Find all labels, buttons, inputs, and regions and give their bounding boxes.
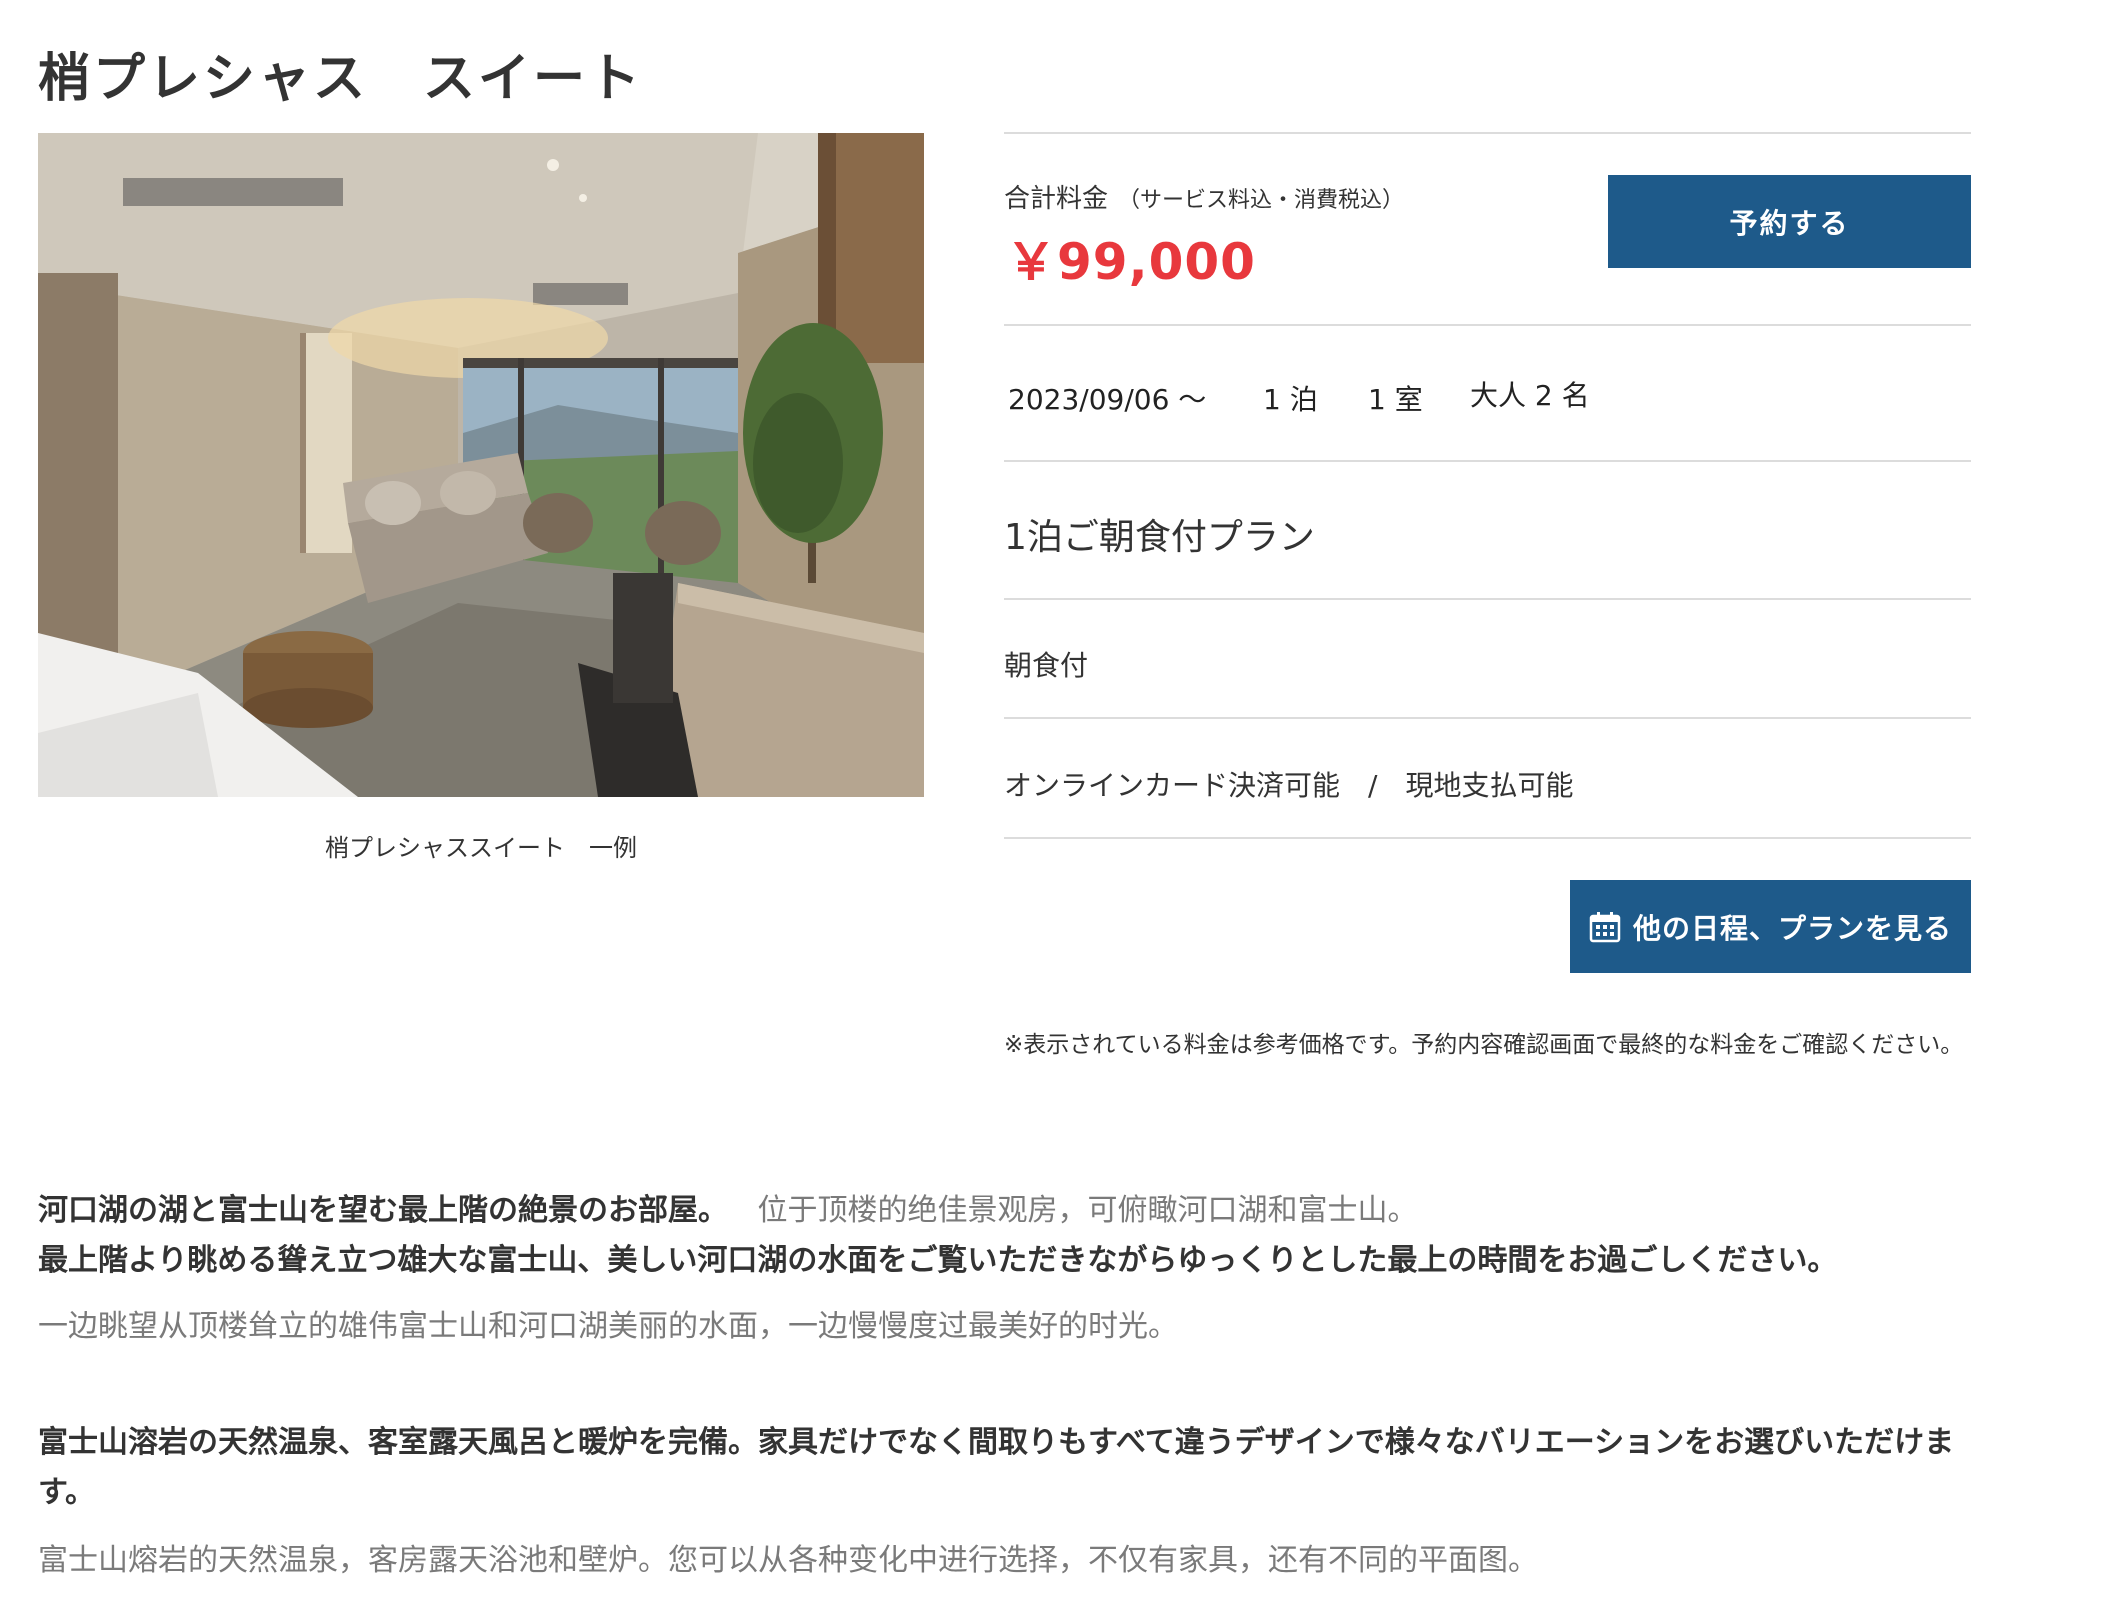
payment-methods: オンラインカード決済可能 / 現地支払可能: [1004, 764, 1573, 804]
description-ja-2: 最上階より眺める聳え立つ雄大な富士山、美しい河口湖の水面をご覧いただきながらゆっ…: [38, 1243, 1838, 1278]
calendar-icon: [1589, 911, 1621, 942]
photo-caption: 梢プレシャススイート 一例: [325, 834, 637, 862]
payment-onsite: 現地支払可能: [1405, 769, 1574, 802]
reserve-button[interactable]: 予約する: [1608, 175, 1971, 268]
description-paragraph-3: 富士山溶岩の天然温泉、客室露天風呂と暖炉を完備。家具だけでなく間取りもすべて違う…: [38, 1418, 1998, 1518]
description-paragraph-2: 最上階より眺める聳え立つ雄大な富士山、美しい河口湖の水面をご覧いただきながらゆっ…: [38, 1236, 1998, 1286]
other-dates-button[interactable]: 他の日程、プランを見る: [1570, 880, 1971, 973]
description-paragraph-1: 河口湖の湖と富士山を望む最上階の絶景のお部屋。 位于顶楼的绝佳景观房，可俯瞰河口…: [38, 1186, 1998, 1236]
divider: [1004, 460, 1971, 462]
rooms-count: 1 室: [1368, 383, 1423, 416]
price-disclaimer: ※表示されている料金は参考価格です。予約内容確認画面で最終的な料金をご確認くださ…: [1004, 1032, 1964, 1058]
payment-online: オンラインカード決済可能: [1004, 769, 1341, 802]
room-title: 梢プレシャス スイート: [38, 49, 644, 109]
room-detail-page: 梢プレシャス スイート 梢プレシャススイート 一例 合計料金 （サービス料込・消…: [0, 0, 2108, 1610]
divider: [1004, 324, 1971, 326]
total-label-text: 合計料金: [1004, 184, 1109, 214]
description-paragraph-3-zh: 富士山熔岩的天然温泉，客房露天浴池和壁炉。您可以从各种变化中进行选择，不仅有家具…: [38, 1536, 1998, 1586]
description-zh-3: 富士山熔岩的天然温泉，客房露天浴池和壁炉。您可以从各种变化中进行选择，不仅有家具…: [38, 1543, 1538, 1578]
divider: [1004, 598, 1971, 600]
description-ja-3: 富士山溶岩の天然温泉、客室露天風呂と暖炉を完備。家具だけでなく間取りもすべて違う…: [38, 1425, 1955, 1510]
tax-note: （サービス料込・消費税込）: [1118, 188, 1405, 213]
divider: [1004, 837, 1971, 839]
description-paragraph-2-zh: 一边眺望从顶楼耸立的雄伟富士山和河口湖美丽的水面，一边慢慢度过最美好的时光。: [38, 1302, 1998, 1352]
description-zh-1: 位于顶楼的绝佳景观房，可俯瞰河口湖和富士山。: [757, 1193, 1418, 1228]
payment-separator: /: [1368, 769, 1378, 802]
check-in-date: 2023/09/06 〜: [1008, 383, 1207, 416]
other-dates-label: 他の日程、プランを見る: [1632, 911, 1952, 945]
divider: [1004, 132, 1971, 134]
nights-count: 1 泊: [1263, 383, 1318, 416]
total-price: ￥99,000: [1006, 233, 1256, 291]
plan-name: 1泊ご朝食付プラン: [1004, 517, 1315, 558]
divider: [1004, 717, 1971, 719]
meal-info: 朝食付: [1004, 649, 1089, 682]
room-photo-image: [38, 133, 924, 797]
room-photo[interactable]: [38, 133, 924, 797]
guests-count: 大人 2 名: [1470, 379, 1590, 412]
total-price-label: 合計料金 （サービス料込・消費税込）: [1004, 178, 1404, 215]
description-zh-2: 一边眺望从顶楼耸立的雄伟富士山和河口湖美丽的水面，一边慢慢度过最美好的时光。: [38, 1309, 1178, 1344]
description-ja-1: 河口湖の湖と富士山を望む最上階の絶景のお部屋。: [38, 1193, 728, 1228]
